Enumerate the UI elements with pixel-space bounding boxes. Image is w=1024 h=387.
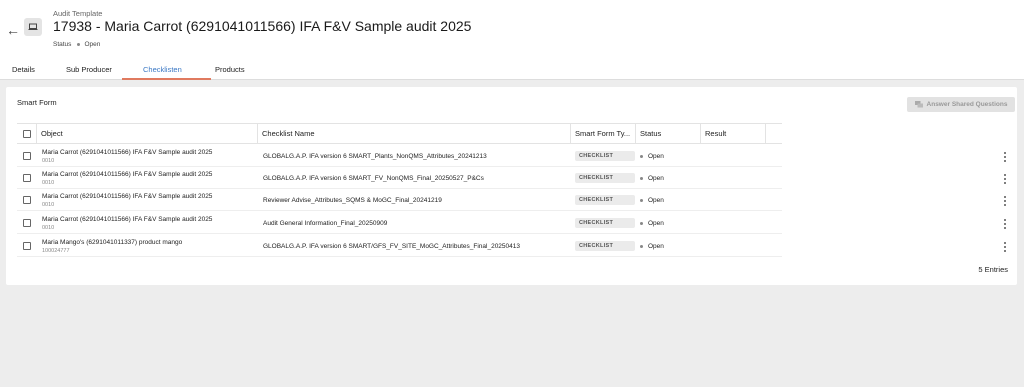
result-cell xyxy=(705,235,765,257)
row-select-cell xyxy=(17,212,37,234)
tab-bar: Details Sub Producer Checklisten Product… xyxy=(0,60,1024,80)
object-name: Maria Mango's (6291041011337) product ma… xyxy=(42,238,183,246)
object-cell: Maria Carrot (6291041011566) IFA F&V Sam… xyxy=(42,189,256,211)
result-cell xyxy=(705,167,765,189)
row-checkbox[interactable] xyxy=(23,174,31,182)
checklist-name-cell: Audit General Information_Final_20250909 xyxy=(263,219,388,227)
row-actions-kebab-icon[interactable] xyxy=(1002,152,1008,162)
checklist-name-cell: Reviewer Advise_Attributes_SQMS & MoGC_F… xyxy=(263,196,442,204)
result-cell xyxy=(705,189,765,211)
status-cell: Open xyxy=(640,167,700,189)
status-dot-icon xyxy=(640,221,643,225)
status-text: Open xyxy=(648,174,664,182)
checklist-badge: CHECKLIST xyxy=(575,173,635,183)
checklist-badge: CHECKLIST xyxy=(575,241,635,251)
checklist-name-cell: GLOBALG.A.P. IFA version 6 SMART_Plants_… xyxy=(263,152,487,160)
object-id: 100024777 xyxy=(42,247,70,254)
status-label: Status xyxy=(53,41,72,48)
object-cell: Maria Mango's (6291041011337) product ma… xyxy=(42,235,256,257)
row-checkbox[interactable] xyxy=(23,242,31,250)
status-cell: Open xyxy=(640,212,700,234)
row-actions-kebab-icon[interactable] xyxy=(1002,242,1008,252)
object-name: Maria Carrot (6291041011566) IFA F&V Sam… xyxy=(42,215,213,223)
result-cell xyxy=(705,212,765,234)
status-text: Open xyxy=(648,242,664,250)
row-checkbox[interactable] xyxy=(23,219,31,227)
row-actions-kebab-icon[interactable] xyxy=(1002,196,1008,206)
status-dot-icon xyxy=(640,244,643,248)
status-cell: Open xyxy=(640,235,700,257)
page-title: 17938 - Maria Carrot (6291041011566) IFA… xyxy=(53,18,472,34)
table-header: Object Checklist Name Smart Form Ty... S… xyxy=(17,123,782,144)
object-name: Maria Carrot (6291041011566) IFA F&V Sam… xyxy=(42,192,213,200)
row-actions-kebab-icon[interactable] xyxy=(1002,219,1008,229)
object-id: 0010 xyxy=(42,179,55,186)
status-value: Open xyxy=(84,41,101,48)
tab-details[interactable]: Details xyxy=(12,65,35,74)
smart-form-type-cell: CHECKLIST xyxy=(575,235,635,257)
table-row[interactable]: Maria Carrot (6291041011566) IFA F&V Sam… xyxy=(17,212,782,234)
object-cell: Maria Carrot (6291041011566) IFA F&V Sam… xyxy=(42,167,256,189)
active-tab-indicator xyxy=(122,78,211,80)
tab-sub-producer[interactable]: Sub Producer xyxy=(66,65,112,74)
tab-products[interactable]: Products xyxy=(215,65,245,74)
chat-icon xyxy=(914,101,923,108)
table-row[interactable]: Maria Carrot (6291041011566) IFA F&V Sam… xyxy=(17,189,782,211)
smart-form-type-cell: CHECKLIST xyxy=(575,212,635,234)
status-text: Open xyxy=(648,196,664,204)
smart-form-type-cell: CHECKLIST xyxy=(575,167,635,189)
status-cell: Open xyxy=(640,145,700,167)
row-actions-kebab-icon[interactable] xyxy=(1002,174,1008,184)
answer-shared-questions-label: Answer Shared Questions xyxy=(926,101,1008,108)
result-cell xyxy=(705,145,765,167)
table-row[interactable]: Maria Carrot (6291041011566) IFA F&V Sam… xyxy=(17,167,782,189)
object-id: 0010 xyxy=(42,201,55,208)
smart-form-type-cell: CHECKLIST xyxy=(575,189,635,211)
back-arrow-icon[interactable]: ← xyxy=(5,22,21,38)
status-dot-icon xyxy=(640,154,643,158)
page-subtitle: Audit Template xyxy=(53,9,103,18)
column-header-checklist-name[interactable]: Checklist Name xyxy=(258,124,571,143)
row-checkbox[interactable] xyxy=(23,196,31,204)
status-cell: Open xyxy=(640,189,700,211)
column-header-status[interactable]: Status xyxy=(636,124,701,143)
select-all-column xyxy=(17,124,37,143)
row-select-cell xyxy=(17,167,37,189)
checklist-badge: CHECKLIST xyxy=(575,151,635,161)
status-dot-icon xyxy=(640,176,643,180)
row-select-cell xyxy=(17,189,37,211)
status-text: Open xyxy=(648,219,664,227)
column-header-object[interactable]: Object xyxy=(37,124,258,143)
laptop-icon xyxy=(24,18,42,36)
column-header-result[interactable]: Result xyxy=(701,124,766,143)
status-line: Status Open xyxy=(53,41,100,48)
status-dot-icon xyxy=(640,198,643,202)
object-name: Maria Carrot (6291041011566) IFA F&V Sam… xyxy=(42,148,213,156)
object-id: 0010 xyxy=(42,157,55,164)
status-text: Open xyxy=(648,152,664,160)
row-checkbox[interactable] xyxy=(23,152,31,160)
object-name: Maria Carrot (6291041011566) IFA F&V Sam… xyxy=(42,170,213,178)
column-header-smart-form-type[interactable]: Smart Form Ty... xyxy=(571,124,636,143)
row-select-cell xyxy=(17,235,37,257)
table-row[interactable]: Maria Mango's (6291041011337) product ma… xyxy=(17,235,782,257)
card-title: Smart Form xyxy=(17,98,57,107)
object-cell: Maria Carrot (6291041011566) IFA F&V Sam… xyxy=(42,145,256,167)
tab-checklisten[interactable]: Checklisten xyxy=(143,65,182,74)
smart-form-type-cell: CHECKLIST xyxy=(575,145,635,167)
smart-form-card: Smart Form Answer Shared Questions Objec… xyxy=(6,87,1017,285)
answer-shared-questions-button[interactable]: Answer Shared Questions xyxy=(907,97,1015,112)
select-all-checkbox[interactable] xyxy=(22,129,31,138)
row-select-cell xyxy=(17,145,37,167)
object-cell: Maria Carrot (6291041011566) IFA F&V Sam… xyxy=(42,212,256,234)
checklist-badge: CHECKLIST xyxy=(575,195,635,205)
checklist-name-cell: GLOBALG.A.P. IFA version 6 SMART_FV_NonQ… xyxy=(263,174,484,182)
page-header: ← Audit Template 17938 - Maria Carrot (6… xyxy=(0,0,1024,80)
table-row[interactable]: Maria Carrot (6291041011566) IFA F&V Sam… xyxy=(17,145,782,167)
entries-count: 5 Entries xyxy=(978,265,1008,274)
checklist-name-cell: GLOBALG.A.P. IFA version 6 SMART/GFS_FV_… xyxy=(263,242,520,250)
checklist-badge: CHECKLIST xyxy=(575,218,635,228)
object-id: 0010 xyxy=(42,224,55,231)
status-dot-icon xyxy=(77,43,81,46)
